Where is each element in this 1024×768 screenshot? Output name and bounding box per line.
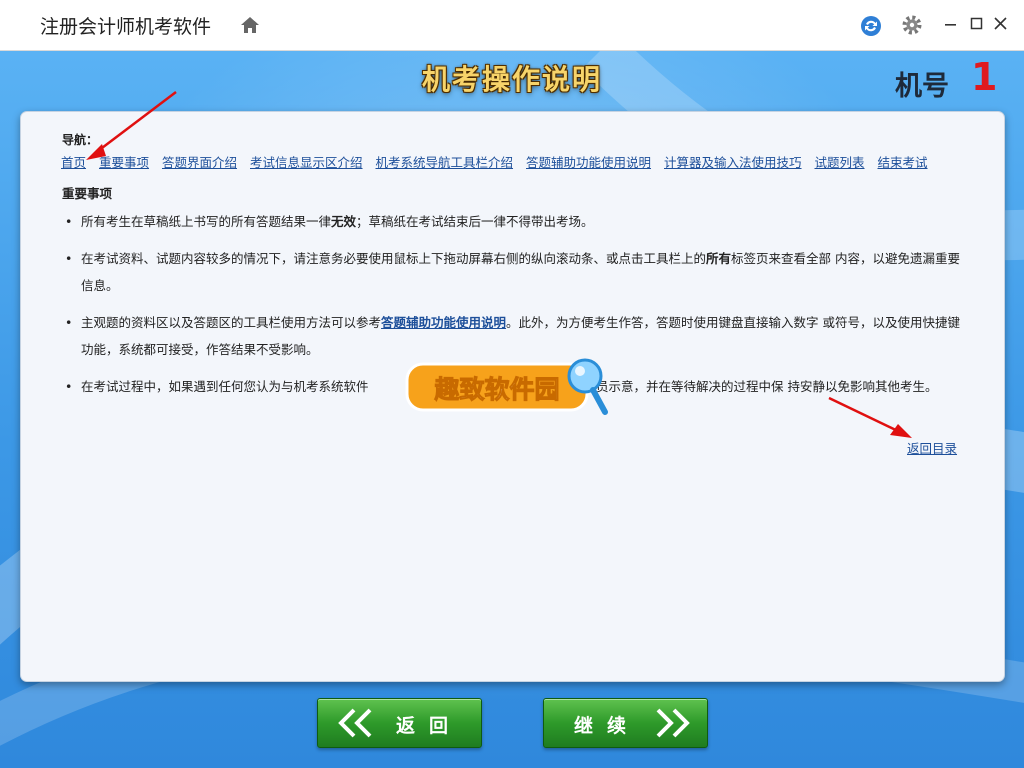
nav-link-calculator[interactable]: 计算器及输入法使用技巧 — [664, 155, 802, 170]
answer-aid-link[interactable]: 答题辅助功能使用说明 — [381, 315, 506, 330]
watermark-logo: 趣致软件园 — [405, 358, 608, 415]
nav-link-home[interactable]: 首页 — [61, 155, 86, 170]
list-item: 所有考生在草稿纸上书写的所有答题结果一律无效；草稿纸在考试结束后一律不得带出考场… — [61, 208, 961, 235]
nav-links: 首页 重要事项 答题界面介绍 考试信息显示区介绍 机考系统导航工具栏介绍 答题辅… — [61, 152, 937, 171]
item-bold: 无效 — [331, 214, 357, 229]
item-text: 所有考生在草稿纸上书写的所有答题结果一律 — [81, 214, 332, 229]
nav-link-answer-ui[interactable]: 答题界面介绍 — [162, 155, 237, 170]
item-text: 在考试过程中，如果遇到任何您认为与机考系统软件 — [81, 379, 369, 394]
refresh-icon[interactable] — [860, 15, 882, 37]
minimize-icon[interactable] — [942, 14, 960, 34]
app-title: 注册会计师机考软件 — [40, 16, 212, 38]
watermark-text: 趣致软件园 — [433, 375, 559, 404]
machine-label: 机号 — [895, 71, 949, 102]
nav-link-exam-info[interactable]: 考试信息显示区介绍 — [250, 155, 363, 170]
nav-link-question-list[interactable]: 试题列表 — [815, 155, 865, 170]
item-text: 在考试资料、试题内容较多的情况下，请注意务必要使用鼠标上下拖动屏幕右侧的纵向滚动… — [81, 251, 707, 266]
chevron-right-icon — [656, 708, 690, 738]
next-button-label: 继续 — [574, 715, 641, 737]
page-title: 机考操作说明 — [421, 63, 602, 96]
item-text: 主观题的资料区以及答题区的工具栏使用方法可以参考 — [81, 315, 382, 330]
nav-link-answer-aid[interactable]: 答题辅助功能使用说明 — [526, 155, 651, 170]
back-button[interactable]: 返回 — [317, 698, 482, 748]
list-item: 在考试资料、试题内容较多的情况下，请注意务必要使用鼠标上下拖动屏幕右侧的纵向滚动… — [61, 245, 961, 299]
chevron-left-icon — [338, 708, 372, 738]
nav-link-toolbar[interactable]: 机考系统导航工具栏介绍 — [376, 155, 514, 170]
gear-icon[interactable] — [901, 14, 923, 36]
maximize-icon[interactable] — [968, 14, 986, 34]
nav-link-end-exam[interactable]: 结束考试 — [878, 155, 928, 170]
machine-number: 1 — [971, 55, 998, 99]
item-text: ；草稿纸在考试结束后一律不得带出考场。 — [356, 214, 594, 229]
nav-label: 导航： — [62, 133, 99, 147]
back-button-label: 返回 — [396, 715, 463, 737]
item-bold: 所有 — [706, 251, 732, 266]
next-button[interactable]: 继续 — [543, 698, 708, 748]
title-bar: 注册会计师机考软件 — [0, 0, 1024, 51]
close-icon[interactable] — [992, 14, 1010, 34]
nav-link-important[interactable]: 重要事项 — [99, 155, 149, 170]
section-title: 重要事项 — [62, 186, 113, 201]
back-to-toc-link[interactable]: 返回目录 — [907, 438, 957, 457]
home-icon[interactable] — [240, 15, 260, 35]
list-item: 主观题的资料区以及答题区的工具栏使用方法可以参考答题辅助功能使用说明。此外，为方… — [61, 309, 961, 363]
